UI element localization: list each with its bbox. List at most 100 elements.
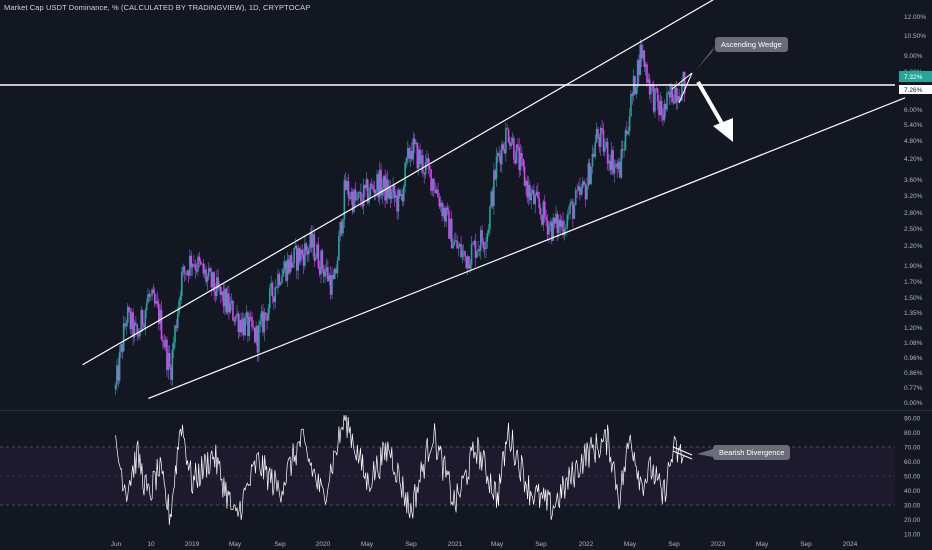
candle-body [241, 318, 244, 333]
candle-body [452, 244, 454, 249]
candle-body [415, 142, 417, 145]
candle-body [579, 186, 581, 195]
candle-body [118, 352, 121, 381]
time-axis-tick-label: Sep [800, 541, 812, 548]
candle-body [236, 313, 238, 316]
candle-body [267, 308, 270, 321]
price-axis-tick-label: 5.40% [904, 122, 923, 129]
price-axis-tick-label: 4.20% [904, 156, 923, 163]
candle-body [588, 163, 591, 185]
time-axis-tick-label: May [756, 541, 769, 548]
price-axis-tick-label: 6.00% [904, 107, 923, 114]
candle-body [666, 92, 668, 110]
candle-body [405, 157, 408, 163]
time-axis-tick-label: Sep [668, 541, 680, 548]
candle-body [515, 144, 518, 164]
candle-body [573, 204, 576, 219]
candle-body [370, 184, 373, 186]
time-axis-tick-label: 2020 [316, 541, 331, 548]
rsi-axis-tick-label: 80.00 [904, 430, 921, 437]
candle-body [335, 268, 337, 274]
candle-body [495, 156, 498, 180]
candle-body [422, 155, 424, 173]
candle-body [229, 303, 232, 313]
candle-body [464, 250, 466, 257]
level-price-label: 7.26% [904, 87, 923, 94]
candle-body [168, 353, 171, 368]
candle-body [617, 161, 620, 169]
projection-arrow-shaft [696, 80, 726, 129]
candle-body [627, 131, 630, 134]
candle-body [238, 319, 241, 332]
price-axis-tick-label: 0.77% [904, 385, 923, 392]
candle-body [606, 141, 609, 164]
candle-body [171, 349, 174, 380]
lower-channel-line [148, 97, 906, 400]
price-axis-tick-label: 1.20% [904, 325, 923, 332]
candle-body [621, 149, 624, 150]
candle-body [339, 221, 342, 236]
candle-body [584, 184, 587, 200]
candle-body [374, 190, 377, 194]
candle-body [615, 163, 617, 166]
candle-body [252, 326, 255, 328]
time-axis-tick-label: Sep [405, 541, 417, 548]
candle-body [598, 137, 601, 147]
candle-body [249, 316, 252, 318]
candle-body [470, 243, 473, 265]
time-axis-tick-label: 2019 [185, 541, 200, 548]
candle-body [417, 149, 420, 169]
candle-body [428, 165, 431, 170]
candle-body [654, 88, 656, 112]
price-axis-tick-label: 12.00% [904, 14, 926, 21]
candle-body [556, 213, 559, 233]
candle-body [237, 313, 240, 332]
candle-body [277, 273, 279, 288]
candle-body [243, 318, 245, 336]
candle-body [420, 155, 423, 165]
candle-body [613, 165, 616, 174]
price-axis-tick-label: 2.80% [904, 210, 923, 217]
price-axis-tick-label: 1.08% [904, 340, 923, 347]
time-axis-tick-label: 2024 [843, 541, 858, 548]
candle-body [336, 260, 339, 274]
time-axis-tick-label: May [624, 541, 637, 548]
candle-body [364, 184, 366, 189]
chart-canvas[interactable]: 12.00%10.50%9.00%8.00%6.00%5.40%4.80%4.2… [0, 0, 932, 550]
time-axis-tick-label: Sep [535, 541, 547, 548]
candle-body [620, 149, 623, 178]
candle-body [338, 235, 340, 261]
candle-body [281, 276, 283, 283]
candle-body [194, 264, 197, 270]
candle-body [555, 213, 557, 224]
candle-body [543, 201, 546, 217]
time-axis-tick-label: 10 [147, 541, 155, 548]
candle-body [411, 150, 413, 160]
candle-body [605, 141, 608, 147]
candle-body [423, 172, 426, 175]
candle-body [469, 264, 472, 269]
candle-body [604, 146, 606, 152]
candle-body [521, 153, 523, 159]
candle-body [413, 138, 416, 145]
candle-body [577, 186, 580, 191]
candle-body [572, 201, 574, 219]
candle-body [569, 203, 571, 214]
candle-body [442, 207, 445, 217]
time-axis-tick-label: Sep [274, 541, 286, 548]
candle-body [206, 276, 209, 282]
candles-group [114, 39, 686, 396]
candle-body [328, 275, 331, 282]
candle-body [271, 282, 274, 297]
candle-body [262, 311, 264, 333]
candle-body [340, 221, 343, 234]
candle-body [599, 127, 602, 147]
candle-body [247, 312, 249, 337]
candle-body [623, 149, 625, 151]
rsi-axis-tick-label: 90.00 [904, 416, 921, 423]
time-axis-tick-label: Jun [111, 541, 122, 548]
candle-body [441, 202, 443, 217]
candle-body [457, 246, 460, 249]
candle-body [586, 185, 588, 200]
candle-body [317, 244, 320, 268]
